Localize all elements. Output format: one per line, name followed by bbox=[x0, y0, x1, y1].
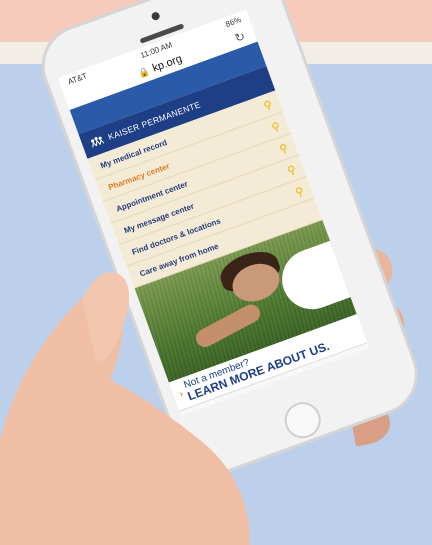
key-icon: ⚲ bbox=[277, 141, 290, 156]
chevron-right-icon: › bbox=[177, 388, 185, 400]
key-icon: ⚲ bbox=[262, 98, 274, 113]
kp-logo-icon bbox=[91, 136, 105, 148]
key-icon: ⚲ bbox=[293, 184, 306, 199]
lock-icon: 🔒 bbox=[136, 65, 151, 79]
reload-icon[interactable]: ↻ bbox=[233, 29, 247, 46]
key-icon: ⚲ bbox=[270, 119, 282, 134]
key-icon: ⚲ bbox=[285, 163, 298, 178]
